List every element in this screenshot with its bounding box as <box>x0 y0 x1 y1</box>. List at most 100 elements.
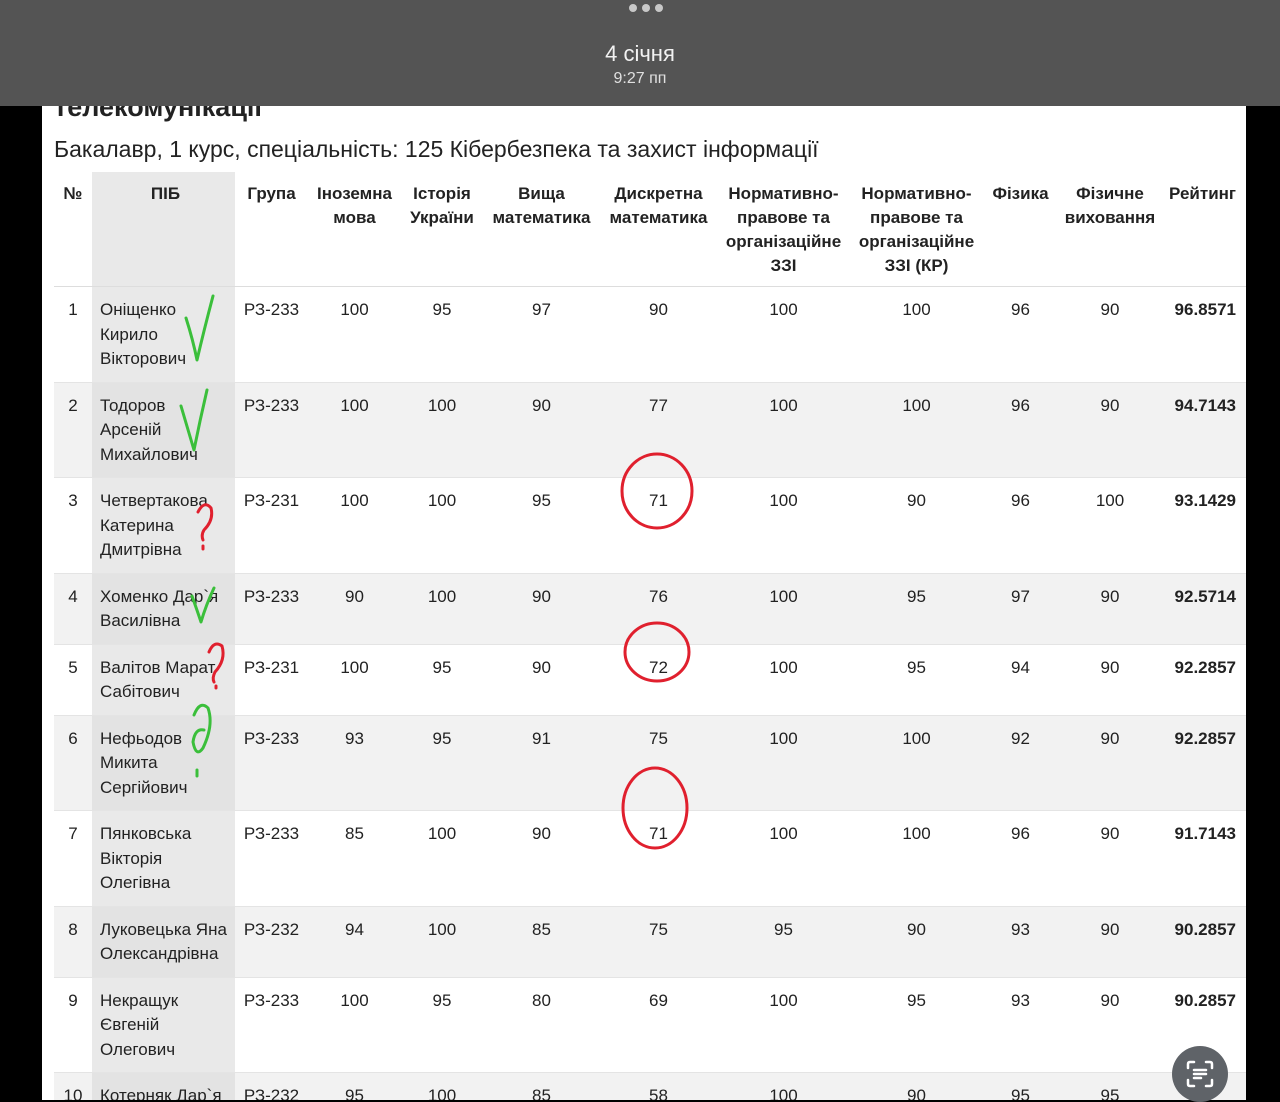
col-physics-cell: 93 <box>983 906 1058 978</box>
col-history-ukraine-header: Історія України <box>401 172 483 287</box>
col-history-ukraine-cell: 100 <box>401 810 483 907</box>
col-physical-education-cell: 100 <box>1058 477 1162 574</box>
col-number-cell: 4 <box>54 573 92 645</box>
col-higher-math-cell: 90 <box>483 810 600 907</box>
status-bar: 4 січня 9:27 пп <box>0 0 1280 106</box>
col-physical-education-cell: 90 <box>1058 644 1162 716</box>
col-number-cell: 10 <box>54 1072 92 1100</box>
col-discrete-math-cell: 75 <box>600 715 717 811</box>
col-history-ukraine-cell: 100 <box>401 382 483 478</box>
col-name-cell: Некращук Євгеній Олегович <box>92 977 235 1073</box>
col-foreign-language-cell: 100 <box>308 477 401 574</box>
col-foreign-language-cell: 95 <box>308 1072 401 1100</box>
col-foreign-language-cell: 94 <box>308 906 401 978</box>
col-physics-cell: 92 <box>983 715 1058 811</box>
col-legal-zzi-kr-cell: 90 <box>850 1072 983 1100</box>
col-physics-header: Фізика <box>983 172 1058 287</box>
col-higher-math-cell: 80 <box>483 977 600 1073</box>
col-discrete-math-cell: 90 <box>600 286 717 383</box>
col-rating-cell: 92.5714 <box>1162 573 1246 645</box>
col-legal-zzi-cell: 100 <box>717 977 850 1073</box>
col-history-ukraine-cell: 95 <box>401 715 483 811</box>
col-history-ukraine-cell: 100 <box>401 906 483 978</box>
col-legal-zzi-kr-cell: 100 <box>850 382 983 478</box>
col-physics-cell: 96 <box>983 477 1058 574</box>
col-group-cell: РЗ-231 <box>235 477 308 574</box>
col-legal-zzi-cell: 95 <box>717 906 850 978</box>
table-row: 7 Пянковська Вікторія Олегівна РЗ-233 85 100… <box>54 810 1246 907</box>
col-name-header: ПІБ <box>92 172 235 287</box>
col-discrete-math-cell: 58 <box>600 1072 717 1100</box>
rating-table: № ПІБ Група Іноземна мова Історія України Вищ… <box>54 172 1246 1100</box>
col-number-cell: 6 <box>54 715 92 811</box>
col-name-cell: Хоменко Дар`я Василівна <box>92 573 235 645</box>
col-legal-zzi-cell: 100 <box>717 477 850 574</box>
col-physical-education-cell: 90 <box>1058 906 1162 978</box>
col-discrete-math-cell: 72 <box>600 644 717 716</box>
col-legal-zzi-cell: 100 <box>717 644 850 716</box>
col-name-cell: Валітов Марат Сабітович <box>92 644 235 716</box>
col-name-cell: Нефьодов Микита Сергійович <box>92 715 235 811</box>
col-physical-education-cell: 90 <box>1058 810 1162 907</box>
col-legal-zzi-cell: 100 <box>717 573 850 645</box>
table-row: 5 Валітов Марат Сабітович РЗ-231 100 95 90 72 1… <box>54 644 1246 716</box>
col-physics-cell: 96 <box>983 810 1058 907</box>
col-physical-education-cell: 90 <box>1058 382 1162 478</box>
table-header-row: № ПІБ Група Іноземна мова Історія України Вищ… <box>54 172 1246 287</box>
more-dots-icon[interactable] <box>626 4 666 16</box>
col-legal-zzi-kr-cell: 100 <box>850 286 983 383</box>
col-higher-math-cell: 85 <box>483 1072 600 1100</box>
col-legal-zzi-cell: 100 <box>717 382 850 478</box>
col-legal-zzi-kr-cell: 95 <box>850 573 983 645</box>
col-legal-zzi-kr-cell: 100 <box>850 715 983 811</box>
col-rating-cell: 94.7143 <box>1162 382 1246 478</box>
col-discrete-math-cell: 77 <box>600 382 717 478</box>
col-history-ukraine-cell: 95 <box>401 286 483 383</box>
col-number-cell: 7 <box>54 810 92 907</box>
col-group-cell: РЗ-233 <box>235 382 308 478</box>
col-group-cell: РЗ-233 <box>235 810 308 907</box>
col-number-cell: 9 <box>54 977 92 1073</box>
live-text-scan-button[interactable] <box>1172 1046 1228 1102</box>
col-history-ukraine-cell: 95 <box>401 644 483 716</box>
col-group-cell: РЗ-231 <box>235 644 308 716</box>
col-foreign-language-cell: 90 <box>308 573 401 645</box>
col-discrete-math-cell: 75 <box>600 906 717 978</box>
col-discrete-math-cell: 71 <box>600 477 717 574</box>
col-physical-education-header: Фізичне виховання <box>1058 172 1162 287</box>
col-higher-math-cell: 90 <box>483 573 600 645</box>
col-group-cell: РЗ-233 <box>235 977 308 1073</box>
col-name-cell: Пянковська Вікторія Олегівна <box>92 810 235 907</box>
col-higher-math-cell: 90 <box>483 644 600 716</box>
col-history-ukraine-cell: 100 <box>401 573 483 645</box>
status-date: 4 січня <box>605 41 675 66</box>
col-group-cell: РЗ-232 <box>235 906 308 978</box>
col-number-cell: 1 <box>54 286 92 383</box>
col-legal-zzi-kr-cell: 95 <box>850 644 983 716</box>
col-name-cell: Котерняк Дар`я Олексіївна <box>92 1072 235 1100</box>
col-name-cell: Тодоров Арсеній Михайлович <box>92 382 235 478</box>
col-group-header: Група <box>235 172 308 287</box>
col-rating-cell: 92.2857 <box>1162 715 1246 811</box>
table-row: 3 Четвертакова Катерина Дмитрівна РЗ-231 10… <box>54 477 1246 574</box>
col-legal-zzi-kr-cell: 100 <box>850 810 983 907</box>
table-row: 8 Луковецька Яна Олександрівна РЗ-232 94 100… <box>54 906 1246 978</box>
col-rating-cell: 90.2857 <box>1162 906 1246 978</box>
col-physics-cell: 95 <box>983 1072 1058 1100</box>
col-rating-cell: 93.1429 <box>1162 477 1246 574</box>
col-discrete-math-cell: 76 <box>600 573 717 645</box>
col-higher-math-cell: 95 <box>483 477 600 574</box>
col-higher-math-cell: 90 <box>483 382 600 478</box>
col-legal-zzi-kr-header: Нормативно-правове та організаційне ЗЗІ … <box>850 172 983 287</box>
col-rating-cell: 96.8571 <box>1162 286 1246 383</box>
col-legal-zzi-cell: 100 <box>717 715 850 811</box>
col-physical-education-cell: 90 <box>1058 573 1162 645</box>
col-history-ukraine-cell: 100 <box>401 1072 483 1100</box>
col-physics-cell: 93 <box>983 977 1058 1073</box>
col-legal-zzi-kr-cell: 95 <box>850 977 983 1073</box>
col-foreign-language-cell: 85 <box>308 810 401 907</box>
col-name-cell: Оніщенко Кирило Вікторович <box>92 286 235 383</box>
table-row: 4 Хоменко Дар`я Василівна РЗ-233 90 100 90 76 1… <box>54 573 1246 645</box>
table-row: 2 Тодоров Арсеній Михайлович РЗ-233 100 100 9… <box>54 382 1246 478</box>
col-discrete-math-cell: 69 <box>600 977 717 1073</box>
